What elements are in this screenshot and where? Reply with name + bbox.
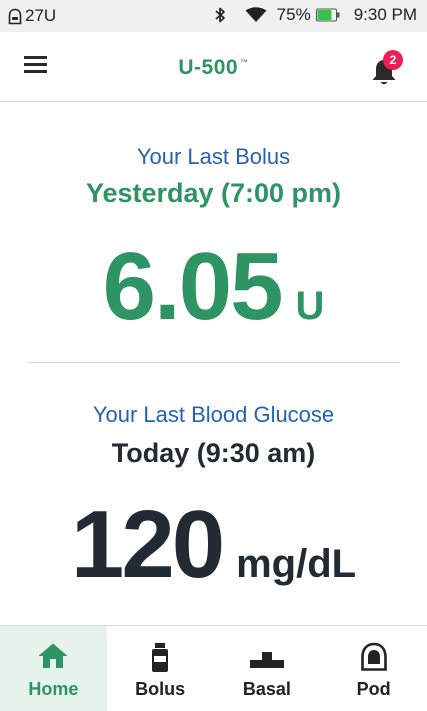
notifications-button[interactable]: 2	[369, 50, 405, 86]
last-bolus-time: Yesterday (7:00 pm)	[85, 178, 342, 208]
glucose-value: 120	[70, 491, 225, 598]
last-glucose-reading: 120 mg/dL	[0, 490, 427, 600]
app-header: U-500 ™ 2	[0, 32, 427, 102]
nav-basal[interactable]: Basal	[214, 626, 321, 711]
status-bar: 27U 75% 9:30 PM	[0, 0, 427, 32]
nav-home[interactable]: Home	[0, 626, 107, 711]
pod-icon	[8, 8, 22, 24]
nav-home-label: Home	[28, 679, 79, 699]
bolus-unit: U	[295, 284, 325, 328]
bottom-nav: Home Bolus Basal Pod	[0, 625, 427, 711]
glucose-unit: mg/dL	[236, 542, 357, 586]
wifi-icon	[245, 7, 267, 22]
nav-basal-label: Basal	[242, 679, 291, 699]
nav-bolus-label: Bolus	[135, 679, 186, 699]
battery-percent: 75%	[276, 5, 311, 24]
last-glucose-label: Your Last Blood Glucose	[92, 402, 335, 427]
pod-status: 27U	[8, 6, 56, 26]
notification-badge: 2	[383, 50, 403, 70]
pod-units-text: 27U	[25, 6, 57, 25]
battery-icon	[315, 8, 340, 22]
nav-pod-label: Pod	[356, 679, 391, 699]
bluetooth-icon	[215, 7, 225, 23]
bolus-value: 6.05	[102, 233, 284, 340]
clock: 9:30 PM	[353, 5, 417, 24]
nav-pod[interactable]: Pod	[320, 626, 427, 711]
home-icon	[38, 643, 68, 668]
section-divider	[28, 362, 400, 363]
trademark-symbol: ™	[240, 58, 249, 67]
pod-icon	[360, 642, 387, 671]
last-glucose-time: Today (9:30 am)	[111, 438, 316, 468]
last-bolus-amount: 6.05 U	[0, 232, 427, 342]
nav-bolus[interactable]: Bolus	[107, 626, 214, 711]
last-bolus-label: Your Last Bolus	[136, 144, 291, 169]
vial-icon	[152, 643, 169, 672]
basal-steps-icon	[249, 652, 284, 668]
app-title: U-500 ™	[178, 56, 249, 79]
